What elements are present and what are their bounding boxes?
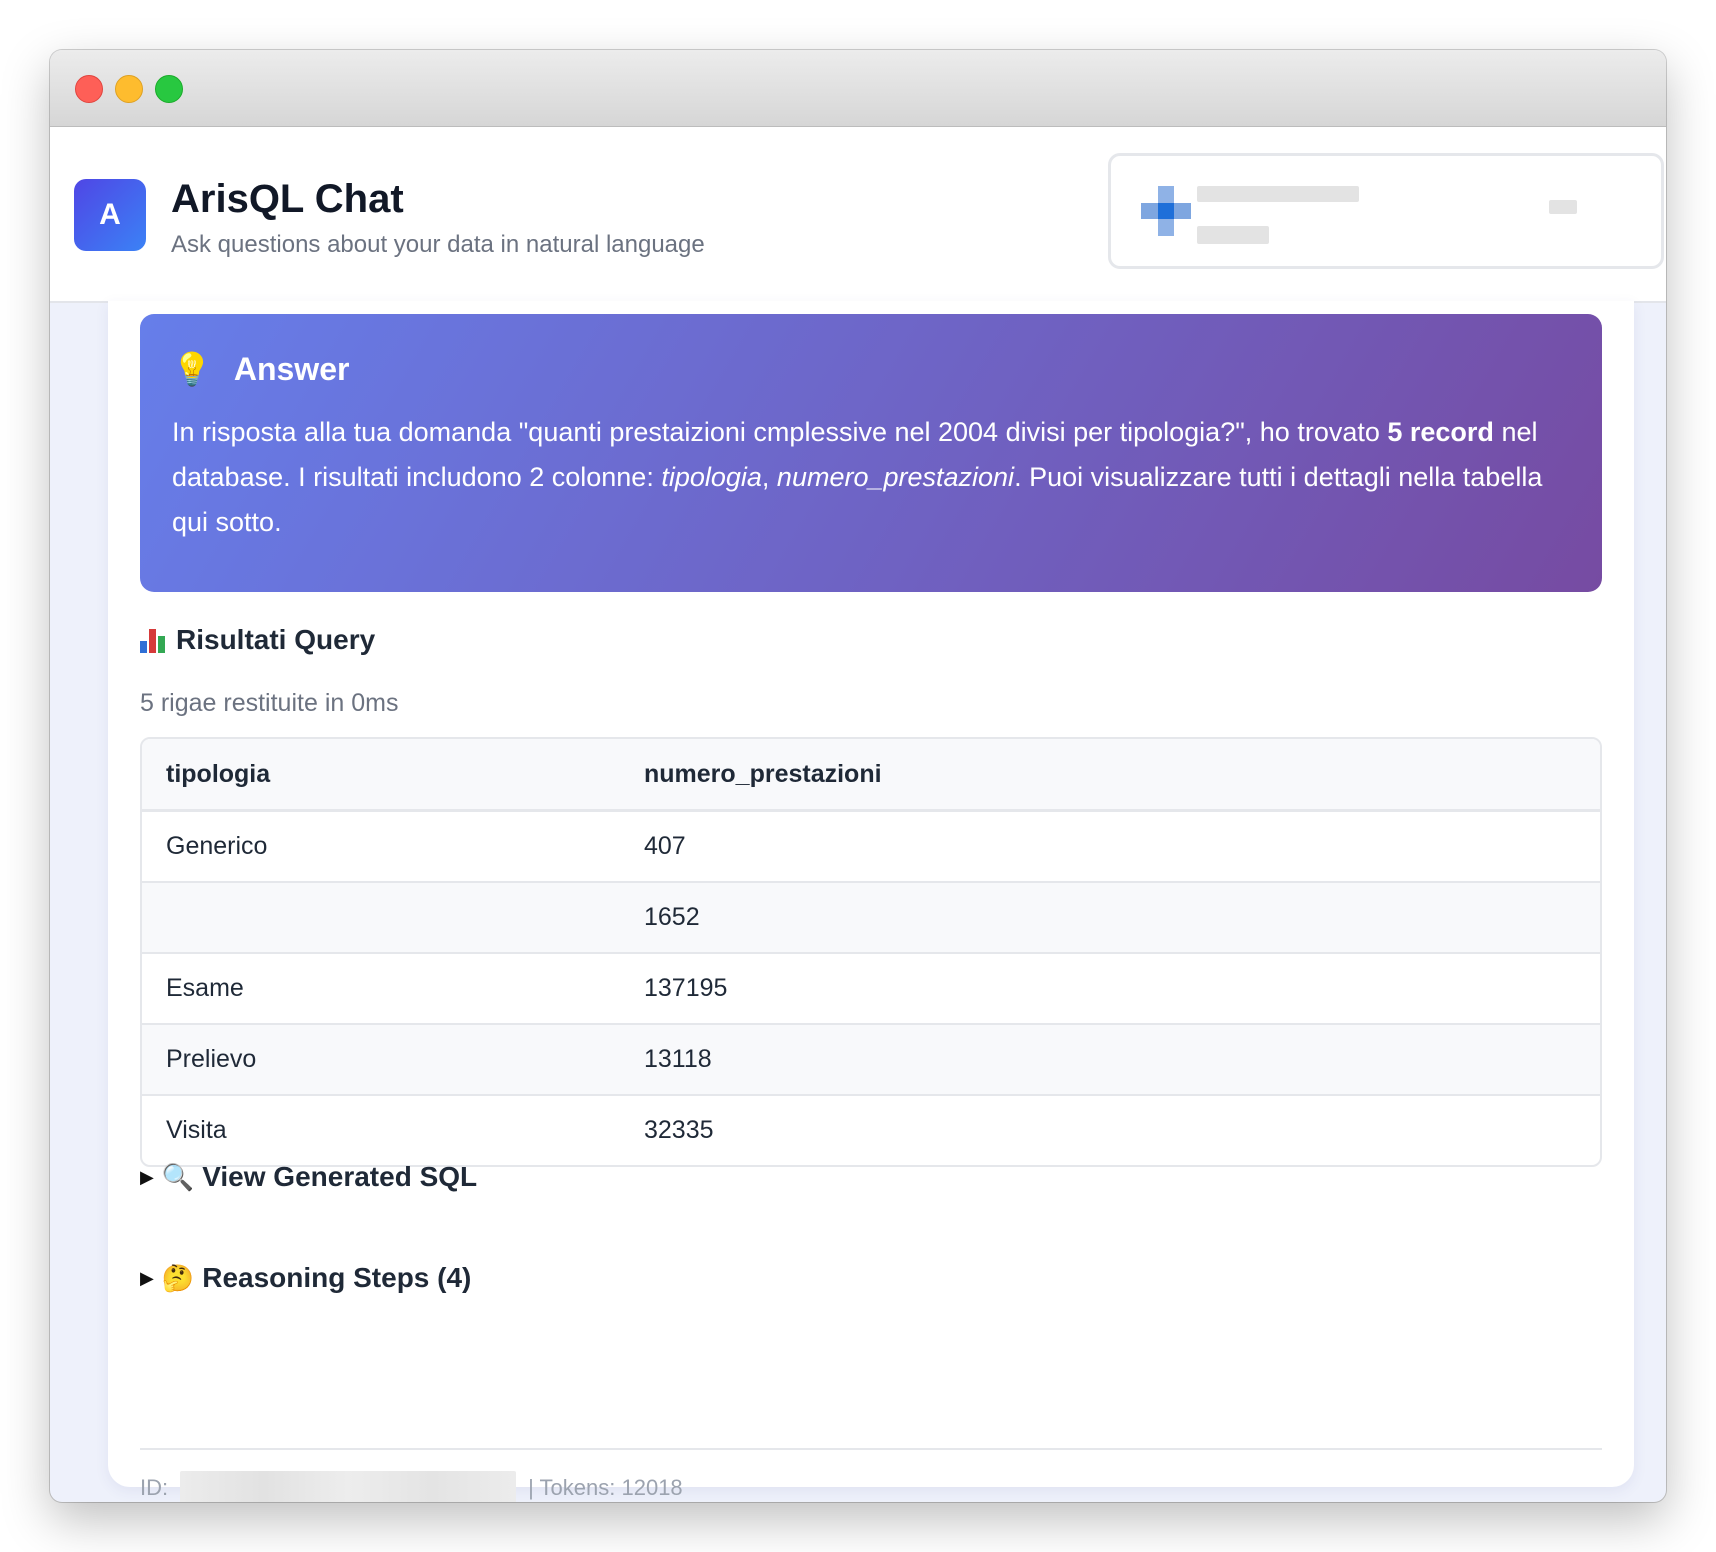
reasoning-steps-label: Reasoning Steps (4) [202, 1262, 472, 1293]
table-row: 1652 [142, 882, 1600, 954]
answer-heading-label: Answer [233, 350, 350, 387]
results-title-label: Risultati Query [176, 624, 376, 655]
app-logo: A [74, 179, 146, 251]
bar-chart-icon [140, 627, 166, 653]
table-row: Generico 407 [142, 810, 1600, 883]
table-cell [142, 882, 644, 954]
user-avatar-icon [1141, 186, 1191, 236]
results-title: Risultati Query [140, 624, 375, 656]
results-table: tipologia numero_prestazioni Generico 40… [140, 737, 1602, 1167]
app-header: A ArisQL Chat Ask questions about your d… [50, 127, 1666, 303]
table-cell: Visita [166, 1116, 227, 1144]
view-sql-label: View Generated SQL [202, 1161, 478, 1192]
table-cell: 137195 [644, 953, 1600, 1025]
table-cell: 32335 [644, 1116, 714, 1144]
redacted-user-action [1549, 200, 1577, 214]
table-row: Prelievo 13118 [142, 1024, 1600, 1096]
user-panel[interactable] [1108, 153, 1664, 269]
answer-record-count: 5 record [1387, 417, 1494, 447]
view-sql-toggle[interactable]: ▶ 🔍 View Generated SQL [140, 1161, 477, 1193]
table-cell: Esame [142, 953, 644, 1025]
redacted-user-name [1197, 186, 1359, 202]
table-cell: Generico [142, 810, 644, 883]
disclosure-triangle-icon: ▶ [140, 1267, 154, 1288]
magnifier-icon: 🔍 [161, 1161, 195, 1192]
tokens-count: | Tokens: 12018 [528, 1475, 683, 1500]
close-window-button[interactable] [75, 75, 103, 103]
thinking-face-icon: 🤔 [161, 1262, 195, 1293]
answer-heading: 💡 Answer [172, 350, 1570, 388]
app-window: A ArisQL Chat Ask questions about your d… [50, 50, 1666, 1502]
answer-text: In risposta alla tua domanda "quanti pre… [172, 410, 1570, 545]
app-title: ArisQL Chat [171, 177, 404, 221]
table-cell: 13118 [644, 1024, 1600, 1096]
table-row: Visita 32335 [142, 1095, 1600, 1165]
answer-comma: , [761, 462, 777, 492]
answer-column-2: numero_prestazioni [776, 462, 1015, 492]
lightbulb-icon: 💡 [172, 351, 212, 387]
column-header-tipologia: tipologia [142, 739, 644, 812]
app-subtitle: Ask questions about your data in natural… [171, 231, 705, 258]
redacted-user-detail [1197, 226, 1269, 244]
message-footer: ID: | Tokens: 12018 [140, 1471, 683, 1502]
minimize-window-button[interactable] [115, 75, 143, 103]
zoom-window-button[interactable] [155, 75, 183, 103]
table-row: Esame 137195 [142, 953, 1600, 1025]
table-header-row: tipologia numero_prestazioni [142, 739, 1600, 812]
id-label: ID: [140, 1475, 169, 1500]
column-header-numero-prestazioni: numero_prestazioni [644, 739, 1600, 812]
title-bar [50, 50, 1666, 127]
answer-panel: 💡 Answer In risposta alla tua domanda "q… [140, 314, 1602, 592]
answer-card: 💡 Answer In risposta alla tua domanda "q… [108, 301, 1634, 1502]
disclosure-triangle-icon: ▶ [140, 1166, 154, 1187]
answer-text-prefix: In risposta alla tua domanda "quanti pre… [172, 417, 1388, 447]
footer-divider [140, 1448, 1602, 1450]
answer-column-1: tipologia [661, 462, 762, 492]
table-cell: 1652 [644, 882, 1600, 954]
reasoning-steps-toggle[interactable]: ▶ 🤔 Reasoning Steps (4) [140, 1262, 471, 1294]
table-cell: 407 [644, 810, 1600, 883]
table-cell: Prelievo [142, 1024, 644, 1096]
redacted-message-id [180, 1471, 517, 1502]
results-meta: 5 rigae restituite in 0ms [140, 689, 399, 717]
